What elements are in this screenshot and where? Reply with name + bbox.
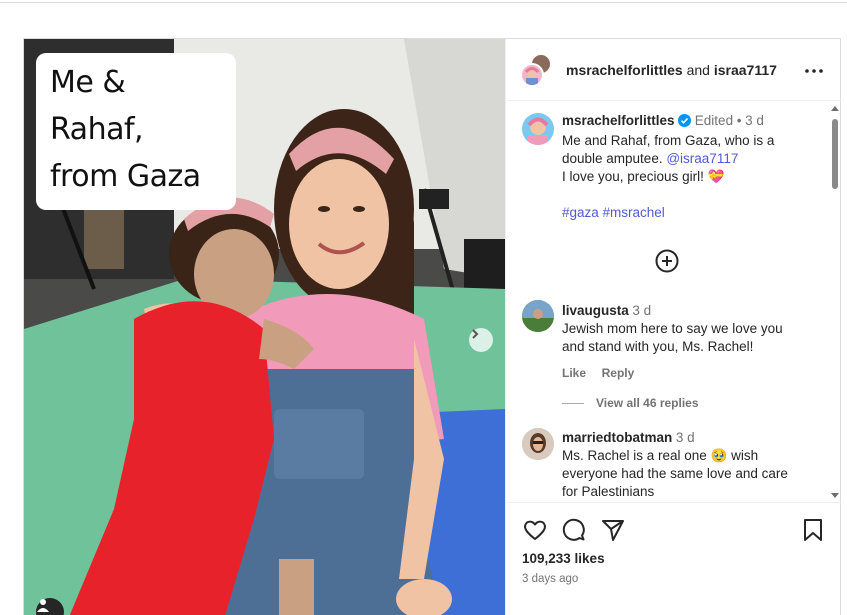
comment-2-line-3: for Palestinians [562, 484, 655, 499]
header-joiner: and [686, 62, 710, 78]
caption-time[interactable]: 3 d [745, 113, 764, 128]
view-replies-label: View all 46 replies [596, 396, 699, 410]
save-button[interactable] [800, 517, 826, 543]
caption-avatar[interactable] [522, 113, 554, 145]
comment-2-time: 3 d [675, 430, 695, 445]
comment-1-line-1: Jewish mom here to say we love you [562, 321, 783, 336]
comment-1-like-button[interactable]: Like [562, 366, 586, 380]
comment-1-line-2: and stand with you, Ms. Rachel! [562, 339, 754, 354]
scroll-up-icon[interactable] [828, 102, 842, 116]
post-modal: Me & Rahaf, from Gaza msrachelforlittles… [23, 38, 842, 615]
comment-2: marriedtobatman 3 d Ms. Rachel is a real… [562, 429, 832, 501]
header-user-2[interactable]: israa7117 [714, 62, 777, 78]
more-options-button[interactable] [804, 58, 824, 78]
comment-button[interactable] [561, 517, 587, 543]
heart-icon [522, 520, 548, 546]
caption-username[interactable]: msrachelforlittles [562, 113, 675, 128]
caption-hashtags[interactable]: #gaza #msrachel [562, 204, 832, 222]
comment-avatar-1[interactable] [522, 300, 554, 332]
post-header: msrachelforlittles and israa7117 [506, 39, 842, 101]
comments-scroll-area[interactable]: msrachelforlittles Edited • 3 d Me and R… [506, 102, 842, 502]
caption-mention[interactable]: @israa7117 [666, 151, 738, 166]
add-comment-icon [655, 249, 679, 276]
overlay-line-1: Me & Rahaf, [50, 65, 144, 147]
caption-block: msrachelforlittles Edited • 3 d Me and R… [562, 112, 832, 222]
verified-icon [678, 114, 692, 132]
comment-1: livaugusta 3 d Jewish mom here to say we… [562, 302, 832, 410]
bookmark-icon [800, 519, 826, 546]
scrollbar-thumb[interactable] [832, 119, 838, 189]
post-actions: 109,233 likes 3 days ago [506, 502, 842, 615]
overlay-line-2: from Gaza [50, 159, 201, 194]
post-side-panel: msrachelforlittles and israa7117 msrache… [505, 39, 842, 615]
replies-divider [562, 402, 584, 404]
share-button[interactable] [600, 517, 626, 543]
comment-avatar-2[interactable] [522, 428, 554, 460]
caption-line-2: double amputee. @israa7117 [562, 150, 832, 168]
caption-line-1: Me and Rahaf, from Gaza, who is a [562, 133, 775, 148]
comment-1-time: 3 d [632, 303, 652, 318]
scroll-down-icon[interactable] [828, 488, 842, 502]
like-button[interactable] [522, 517, 548, 543]
more-icon [805, 61, 823, 76]
caption-line-3: I love you, precious girl! 💝 [562, 169, 725, 184]
top-divider [0, 2, 847, 3]
likes-count[interactable]: 109,233 likes [522, 551, 605, 566]
comment-1-username[interactable]: livaugusta [562, 303, 629, 318]
comments-scrollbar[interactable] [828, 102, 842, 502]
comment-2-username[interactable]: marriedtobatman [562, 430, 672, 445]
caption-text-2: double amputee. [562, 151, 663, 166]
caption-edited: Edited [694, 113, 734, 128]
comment-2-line-1: Ms. Rachel is a real one 🥹 wish [562, 448, 759, 463]
post-date[interactable]: 3 days ago [522, 573, 578, 585]
comment-1-reply-button[interactable]: Reply [602, 366, 635, 380]
view-replies-button[interactable]: View all 46 replies [562, 396, 832, 410]
header-user-1[interactable]: msrachelforlittles [566, 62, 683, 78]
next-photo-button[interactable] [469, 328, 493, 352]
header-usernames: msrachelforlittles and israa7117 [566, 62, 777, 78]
comment-icon [561, 518, 587, 546]
share-icon [600, 520, 626, 546]
caption-dot: • [736, 113, 742, 128]
post-photo[interactable]: Me & Rahaf, from Gaza [24, 39, 505, 615]
collab-avatars[interactable] [520, 53, 552, 87]
avatar-msrachel [520, 63, 544, 87]
load-more-comments-button[interactable] [655, 249, 679, 273]
comment-2-line-2: everyone had the same love and care [562, 466, 788, 481]
photo-text-overlay: Me & Rahaf, from Gaza [36, 53, 236, 210]
